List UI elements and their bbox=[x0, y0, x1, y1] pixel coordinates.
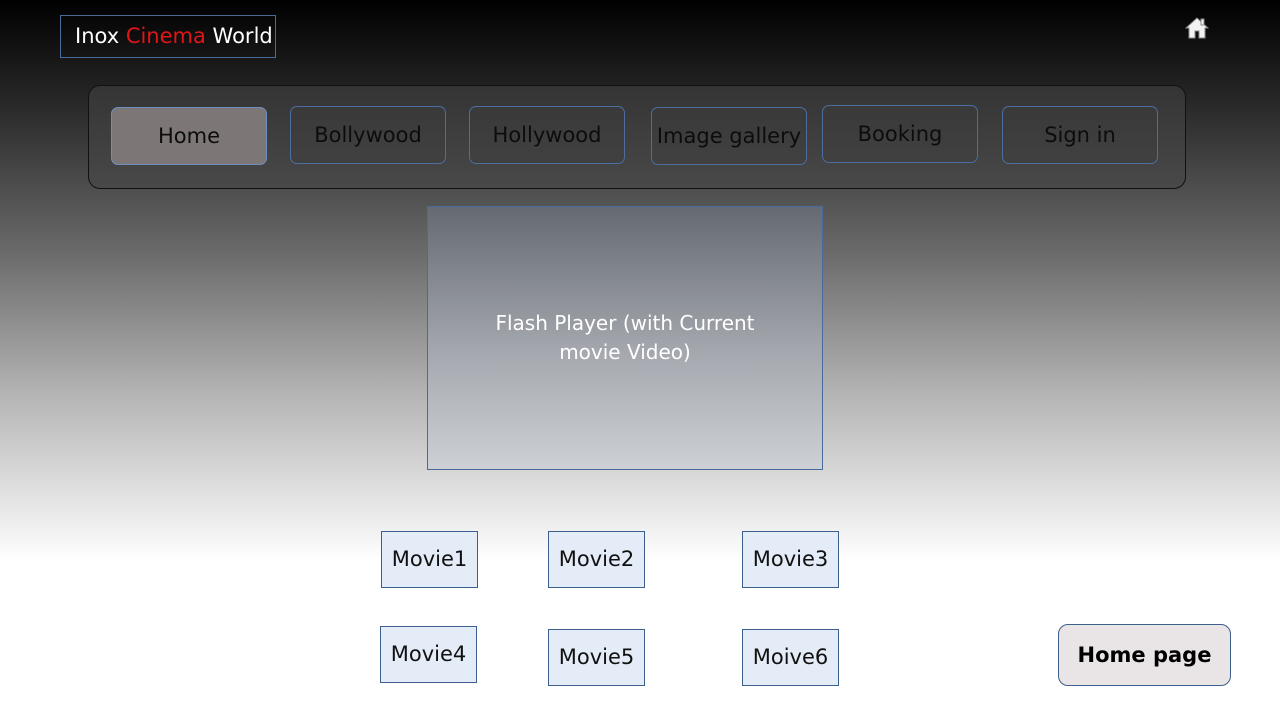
movie-tile-1[interactable]: Movie1 bbox=[381, 531, 478, 588]
nav-bollywood-button[interactable]: Bollywood bbox=[290, 106, 446, 164]
nav-sign-in-button[interactable]: Sign in bbox=[1002, 106, 1158, 164]
movie-tile-3[interactable]: Movie3 bbox=[742, 531, 839, 588]
movie-tile-5[interactable]: Movie5 bbox=[548, 629, 645, 686]
movie-tile-2[interactable]: Movie2 bbox=[548, 531, 645, 588]
movie-tile-4[interactable]: Movie4 bbox=[380, 626, 477, 683]
home-page-button[interactable]: Home page bbox=[1058, 624, 1231, 686]
logo-text-world: World bbox=[205, 24, 273, 48]
nav-hollywood-button[interactable]: Hollywood bbox=[469, 106, 625, 164]
main-nav: Home Bollywood Hollywood Image gallery B… bbox=[88, 85, 1186, 189]
nav-home-button[interactable]: Home bbox=[111, 107, 267, 165]
home-icon[interactable] bbox=[1184, 16, 1210, 40]
logo-text-inox: Inox bbox=[75, 24, 126, 48]
logo-text-cinema: Cinema bbox=[125, 24, 206, 48]
flash-player-label: Flash Player (with Current movie Video) bbox=[495, 311, 755, 364]
movie-tile-6[interactable]: Moive6 bbox=[742, 629, 839, 686]
nav-booking-button[interactable]: Booking bbox=[822, 105, 978, 163]
nav-image-gallery-button[interactable]: Image gallery bbox=[651, 107, 807, 165]
flash-player[interactable]: Flash Player (with Current movie Video) bbox=[427, 206, 823, 470]
site-logo[interactable]: Inox Cinema World bbox=[60, 15, 276, 58]
